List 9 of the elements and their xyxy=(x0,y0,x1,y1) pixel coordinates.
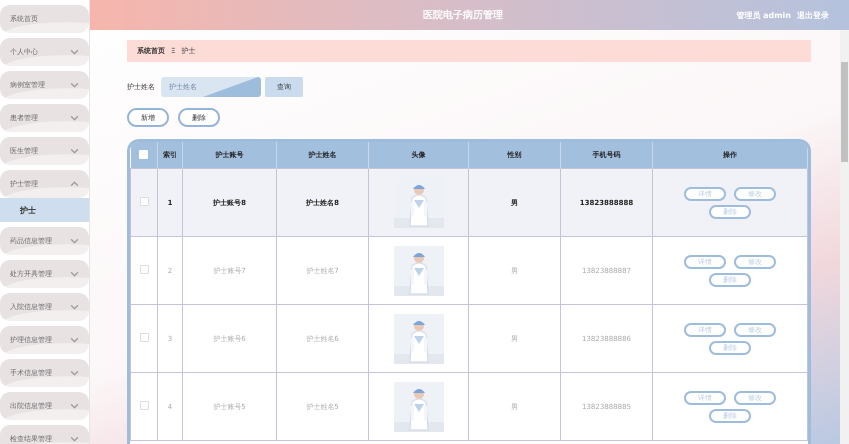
app-title: 医院电子病历管理 xyxy=(422,8,504,22)
sidebar-subitem[interactable]: 护士 xyxy=(0,198,89,222)
select-all-checkbox[interactable] xyxy=(139,150,148,158)
row-checkbox[interactable] xyxy=(140,333,148,342)
scrollbar[interactable] xyxy=(840,30,849,444)
row-checkbox[interactable] xyxy=(140,197,148,206)
row-checkbox[interactable] xyxy=(140,265,148,274)
row-checkbox[interactable] xyxy=(140,401,148,410)
user-name: 管理员 admin xyxy=(736,10,791,20)
